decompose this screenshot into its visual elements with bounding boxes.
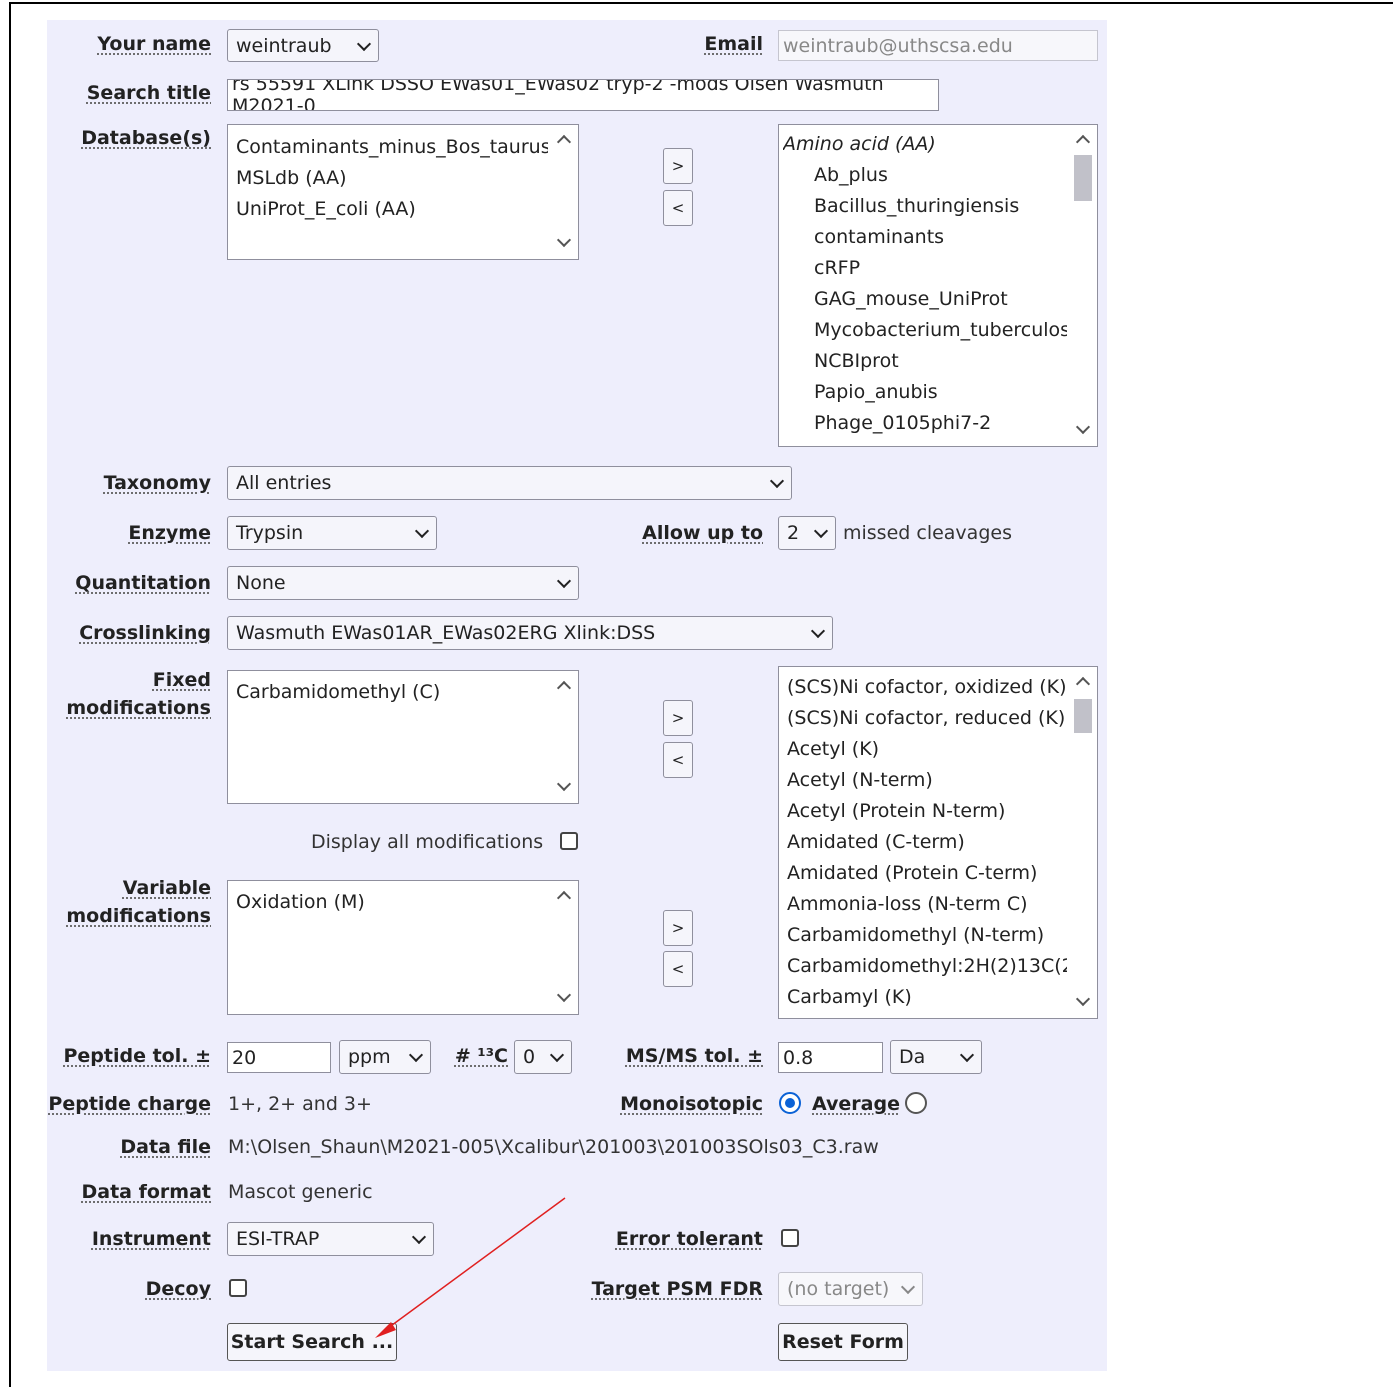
- red-arrow-icon: [375, 1197, 566, 1338]
